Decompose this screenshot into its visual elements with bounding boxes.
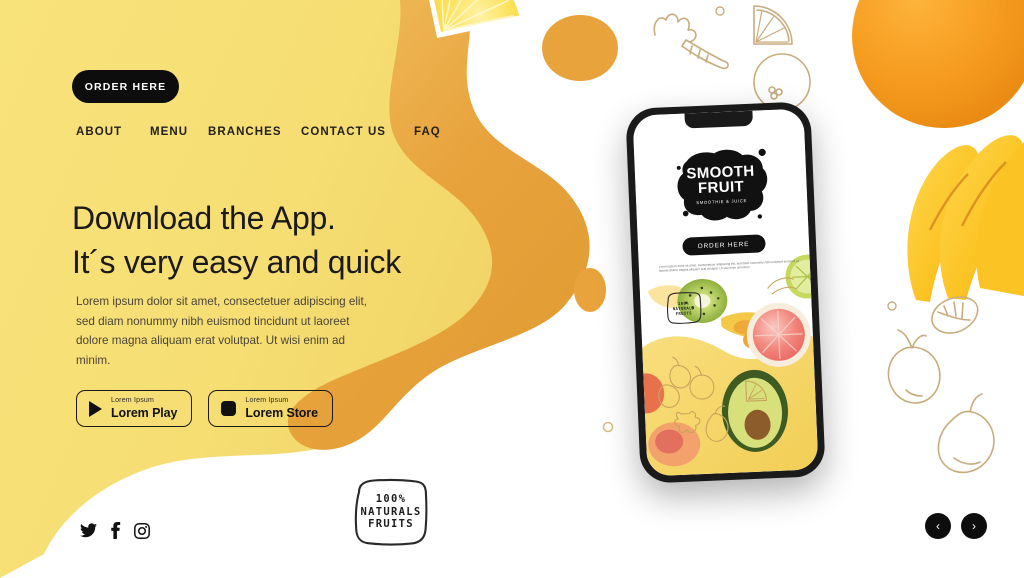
phone-order-here-button[interactable]: ORDER HERE — [681, 234, 766, 256]
main-navigation: ABOUT MENU BRANCHES CONTACT US FAQ — [76, 126, 441, 138]
phone-mockup: SMOOTH FRUIT SMOOTHIE & JUICE ORDER HERE… — [625, 101, 826, 484]
twitter-icon[interactable] — [80, 523, 97, 543]
carousel-prev-button[interactable]: ‹ — [925, 513, 951, 539]
carousel-next-button[interactable]: › — [961, 513, 987, 539]
social-links — [80, 522, 150, 544]
carousel-controls: ‹ › — [925, 513, 987, 539]
hero-page: ORDER HERE ABOUT MENU BRANCHES CONTACT U… — [0, 0, 1024, 578]
phone-notch — [683, 110, 753, 129]
nav-item-faq[interactable]: FAQ — [414, 126, 441, 138]
phone-screen: SMOOTH FRUIT SMOOTHIE & JUICE ORDER HERE… — [632, 108, 819, 477]
lorem-play-big-label: Lorem Play — [111, 406, 178, 421]
smooth-fruit-logo: SMOOTH FRUIT SMOOTHIE & JUICE — [671, 144, 770, 226]
phone-natural-fruits-badge: 100% NATURALS FRUITS — [665, 291, 702, 324]
phone-frame: SMOOTH FRUIT SMOOTHIE & JUICE ORDER HERE… — [625, 101, 826, 484]
lorem-play-button[interactable]: Lorem Ipsum Lorem Play — [76, 390, 193, 427]
headline-line-2: It´s very easy and quick — [72, 244, 401, 280]
hero-paragraph: Lorem ipsum dolor sit amet, consectetuer… — [76, 295, 368, 367]
instagram-icon[interactable] — [134, 522, 150, 544]
lorem-store-small-label: Lorem Ipsum — [245, 397, 289, 405]
natural-fruits-badge: 100% NATURALS FRUITS — [352, 478, 430, 546]
badge-line-2: NATURALS — [360, 505, 422, 518]
apple-square-icon — [221, 401, 237, 416]
nav-item-about[interactable]: ABOUT — [76, 126, 150, 138]
play-triangle-icon — [89, 400, 102, 417]
phone-badge-line-3: FRUITS — [675, 309, 693, 316]
badge-line-1: 100% — [375, 493, 407, 506]
nav-item-menu[interactable]: MENU — [150, 126, 208, 138]
logo-splat-icon — [676, 148, 767, 221]
nav-item-contact-us[interactable]: CONTACT US — [301, 126, 414, 138]
lorem-store-button[interactable]: Lorem Ipsum Lorem Store — [208, 390, 333, 427]
lorem-play-small-label: Lorem Ipsum — [111, 397, 155, 405]
facebook-icon[interactable] — [110, 522, 121, 544]
nav-item-branches[interactable]: BRANCHES — [208, 126, 301, 138]
lorem-store-big-label: Lorem Store — [245, 406, 318, 421]
badge-line-3: FRUITS — [368, 518, 414, 531]
store-buttons: Lorem Ipsum Lorem Play Lorem Ipsum Lorem… — [76, 390, 333, 427]
order-here-button[interactable]: ORDER HERE — [72, 70, 179, 103]
headline-line-1: Download the App. — [72, 200, 336, 236]
page-title: Download the App. It´s very easy and qui… — [72, 196, 512, 284]
